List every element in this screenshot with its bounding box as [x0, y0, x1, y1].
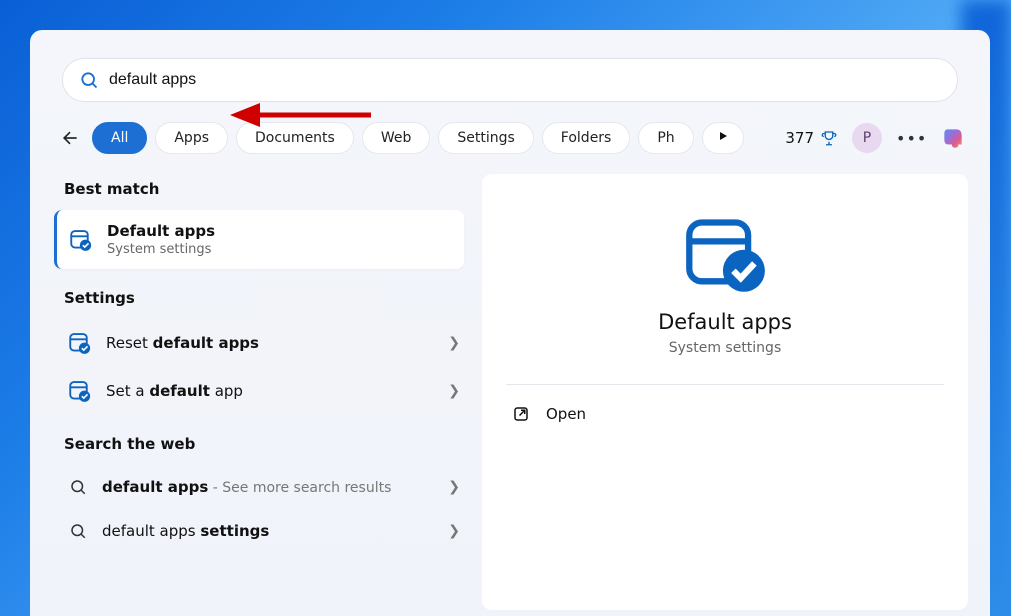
filter-chip-apps[interactable]: Apps [155, 122, 228, 154]
open-label: Open [546, 405, 586, 423]
best-match-result[interactable]: Default apps System settings [54, 210, 464, 269]
trophy-icon [820, 129, 838, 147]
chevron-right-icon: ❯ [448, 479, 460, 495]
play-icon [717, 130, 729, 142]
open-action[interactable]: Open [506, 385, 944, 443]
section-header-best-match: Best match [64, 180, 464, 198]
results-left-column: Best match Default apps System settings … [30, 174, 470, 610]
search-icon [79, 70, 99, 90]
more-menu[interactable]: ••• [896, 129, 924, 148]
back-button[interactable] [52, 120, 88, 156]
user-avatar[interactable]: P [852, 123, 882, 153]
default-apps-icon [68, 379, 92, 403]
filter-chip-documents[interactable]: Documents [236, 122, 354, 154]
rewards-points[interactable]: 377 [785, 129, 838, 147]
open-icon [512, 405, 530, 423]
web-result-settings[interactable]: default apps settings ❯ [64, 509, 464, 553]
chevron-right-icon: ❯ [448, 335, 460, 351]
search-icon [68, 477, 88, 497]
web-result-default-apps[interactable]: default apps - See more search results ❯ [64, 465, 464, 509]
toolbar-right: 377 P ••• [785, 123, 968, 153]
section-header-settings: Settings [64, 289, 464, 307]
preview-panel: Default apps System settings Open [482, 174, 968, 610]
filters-row: All Apps Documents Web Settings Folders … [52, 120, 968, 156]
filter-chip-folders[interactable]: Folders [542, 122, 631, 154]
search-panel: All Apps Documents Web Settings Folders … [30, 30, 990, 616]
chevron-right-icon: ❯ [448, 523, 460, 539]
points-value: 377 [785, 129, 814, 147]
filter-chip-all[interactable]: All [92, 122, 147, 154]
search-icon [68, 521, 88, 541]
settings-result-set[interactable]: Set a default app ❯ [64, 367, 464, 415]
filter-chip-settings[interactable]: Settings [438, 122, 533, 154]
best-match-subtitle: System settings [107, 242, 215, 257]
section-header-web: Search the web [64, 435, 464, 453]
default-apps-icon [68, 331, 92, 355]
filter-chip-more[interactable]: Ph [638, 122, 693, 154]
settings-result-reset[interactable]: Reset default apps ❯ [64, 319, 464, 367]
filter-chip-play[interactable] [702, 122, 744, 154]
search-input-container[interactable] [62, 58, 958, 102]
search-input[interactable] [109, 71, 941, 89]
default-apps-icon [69, 228, 93, 252]
default-apps-large-icon [683, 216, 767, 292]
results-body: Best match Default apps System settings … [30, 174, 990, 610]
filter-chip-web[interactable]: Web [362, 122, 431, 154]
preview-title: Default apps [658, 310, 792, 334]
copilot-icon[interactable] [938, 123, 968, 153]
best-match-title: Default apps [107, 222, 215, 240]
filter-chips: All Apps Documents Web Settings Folders … [92, 122, 744, 154]
chevron-right-icon: ❯ [448, 383, 460, 399]
preview-subtitle: System settings [669, 340, 782, 356]
